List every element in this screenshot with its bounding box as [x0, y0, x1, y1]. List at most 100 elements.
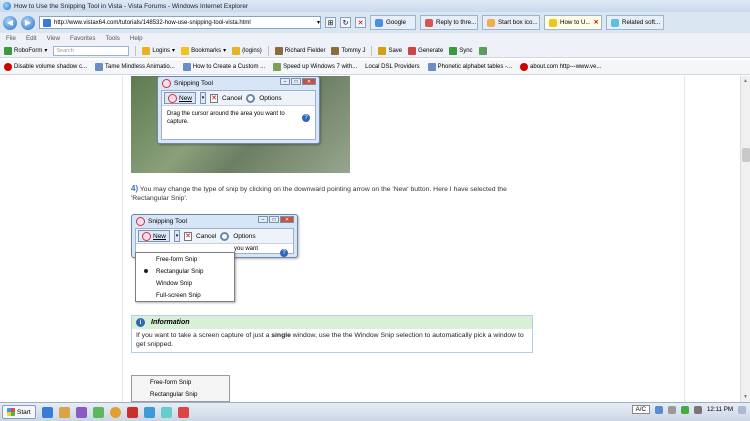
bookmarks-label: Bookmarks [191, 47, 222, 54]
fav-item[interactable]: Disable volume shadow c... [4, 63, 87, 71]
power-status[interactable]: A/C [631, 405, 650, 414]
save-button[interactable]: Save [378, 46, 402, 55]
information-heading: Information [151, 319, 190, 326]
fav-item[interactable]: Speed up Windows 7 with... [273, 63, 357, 71]
tab-related[interactable]: Related soft... [606, 15, 664, 30]
menu-favorites[interactable]: Favorites [70, 35, 95, 42]
tray-icon[interactable] [667, 405, 676, 414]
chrome-taskbar-icon[interactable] [109, 406, 121, 418]
step-number: 4) [131, 184, 139, 193]
forum-icon [611, 18, 619, 27]
help-icon[interactable]: ? [280, 249, 288, 257]
cancel-button[interactable]: Cancel [222, 95, 242, 102]
dropdown-arrow-icon[interactable]: ▾ [317, 19, 320, 26]
home-button[interactable] [478, 46, 487, 55]
scroll-thumb[interactable] [742, 148, 750, 162]
network-icon[interactable] [680, 405, 689, 414]
identity-richard[interactable]: Richard Fielder [274, 46, 326, 55]
cancel-button[interactable]: Cancel [196, 233, 216, 240]
back-button[interactable]: ◀ [3, 15, 17, 30]
close-button[interactable]: ✕ [302, 78, 316, 85]
divider [371, 45, 373, 56]
app-taskbar-icon[interactable] [160, 406, 172, 418]
vertical-scrollbar[interactable]: ▲ ▼ [740, 76, 750, 402]
clock[interactable]: 12:11 PM [707, 406, 733, 413]
new-dropdown-button[interactable]: ▾ [174, 230, 181, 242]
fav-item[interactable]: How to Create a Custom ... [182, 63, 265, 71]
compat-button[interactable]: ⊞ [325, 17, 336, 28]
identity-label: Richard Fielder [284, 47, 326, 54]
forward-button[interactable]: ▶ [21, 15, 35, 30]
new-label: New [179, 94, 193, 102]
tab-start-box[interactable]: Start box ico... [482, 15, 540, 30]
new-button[interactable]: New [138, 230, 171, 242]
refresh-button[interactable]: ↻ [340, 17, 351, 28]
fav-item[interactable]: Phonetic alphabet tables -... [427, 63, 512, 71]
tray-icon[interactable] [654, 405, 663, 414]
url-field[interactable]: http://www.vistax64.com/tutorials/148532… [39, 16, 321, 29]
maximize-button[interactable]: □ [291, 78, 301, 85]
app-taskbar-icon[interactable] [126, 406, 138, 418]
scissors-icon [136, 216, 145, 226]
help-icon[interactable]: ? [302, 114, 310, 122]
sync-button[interactable]: Sync [449, 46, 473, 55]
minimize-button[interactable]: – [258, 216, 268, 223]
tab-reply[interactable]: Reply to thre... [420, 15, 478, 30]
logins-label: Logins [152, 47, 171, 54]
close-button[interactable]: ✕ [280, 216, 294, 223]
page-margin [0, 76, 120, 402]
media-taskbar-icon[interactable] [75, 406, 87, 418]
volume-icon[interactable] [693, 405, 702, 414]
menu-file[interactable]: File [6, 35, 16, 42]
new-dropdown-button[interactable]: ▾ [200, 92, 207, 104]
fav-item[interactable]: Tame Mindless Animatio... [95, 63, 175, 71]
option-full-screen[interactable]: Full-screen Snip [136, 289, 234, 301]
bookmarks-button[interactable]: Bookmarks ▾ [181, 46, 226, 55]
tab-label: Related soft... [622, 19, 661, 26]
tab-label: How to U... [560, 19, 591, 26]
roboform-button[interactable]: RoboForm ▾ [4, 46, 47, 55]
logins-button[interactable]: Logins ▾ [142, 46, 175, 55]
google-icon [375, 18, 383, 27]
app-taskbar-icon[interactable] [92, 406, 104, 418]
stop-button[interactable]: ✕ [355, 17, 366, 28]
menu-tools[interactable]: Tools [105, 35, 119, 42]
options-button[interactable]: Options [259, 95, 281, 102]
identity-tommy[interactable]: Tommy J [331, 46, 365, 55]
app-taskbar-icon[interactable] [177, 406, 189, 418]
tab-google[interactable]: Google [370, 15, 416, 30]
fav-label: Local DSL Providers [365, 64, 420, 70]
fav-label: Speed up Windows 7 with... [283, 64, 358, 70]
minimize-button[interactable]: – [280, 78, 290, 85]
search-input[interactable]: Search [53, 45, 130, 56]
show-desktop-button[interactable] [738, 405, 746, 414]
new-button[interactable]: New [164, 92, 197, 104]
option-window[interactable]: Window Snip [136, 277, 234, 289]
scroll-down-icon[interactable]: ▼ [743, 394, 748, 400]
menu-edit[interactable]: Edit [26, 35, 37, 42]
information-box: i Information If you want to take a scre… [131, 315, 533, 353]
menu-help[interactable]: Help [130, 35, 143, 42]
information-header: i Information [132, 316, 532, 329]
maximize-button[interactable]: □ [269, 216, 279, 223]
start-button[interactable]: Start [2, 405, 36, 419]
option-free-form[interactable]: Free-form Snip [136, 253, 234, 265]
fav-item[interactable]: about.com http---www.ve... [520, 63, 601, 71]
options-button[interactable]: Options [233, 233, 255, 240]
ie-taskbar-icon[interactable] [41, 406, 53, 418]
fav-label: about.com http---www.ve... [530, 64, 602, 70]
folder-taskbar-icon[interactable] [58, 406, 70, 418]
system-tray: A/C 12:11 PM [631, 405, 746, 414]
close-tab-icon[interactable]: ✕ [594, 19, 599, 26]
fav-item[interactable]: Local DSL Providers [365, 64, 419, 70]
bookmark-icon [181, 46, 190, 55]
app-taskbar-icon[interactable] [143, 406, 155, 418]
generate-button[interactable]: Generate [408, 46, 443, 55]
scroll-up-icon[interactable]: ▲ [743, 78, 748, 84]
divider [135, 45, 137, 56]
menu-view[interactable]: View [47, 35, 60, 42]
tab-how-to[interactable]: How to U... ✕ [544, 15, 602, 30]
option-rectangular[interactable]: Rectangular Snip [136, 265, 234, 277]
snip-body: New ▾ ✕ Cancel Options you want ? [135, 228, 294, 257]
logins-paren-button[interactable]: (logins) [232, 46, 262, 55]
